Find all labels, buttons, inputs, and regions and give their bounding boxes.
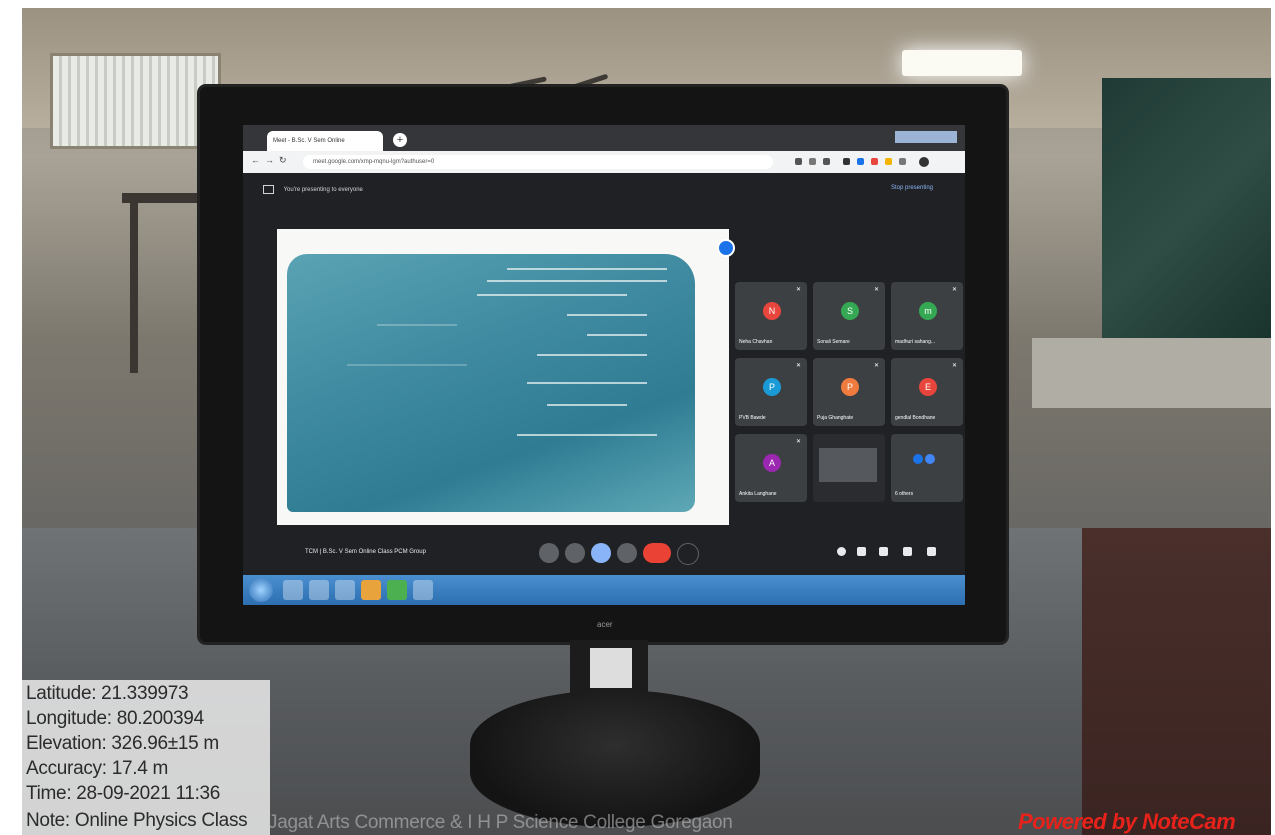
- accuracy-text: Accuracy: 17.4 m: [26, 758, 168, 779]
- participant-tile[interactable]: E ✕ gendlal Bondhane: [891, 358, 963, 426]
- right-window: [1102, 78, 1271, 358]
- more-options-button[interactable]: [617, 543, 637, 563]
- mic-off-icon: ✕: [795, 287, 801, 293]
- meeting-title: TCM | B.Sc. V Sem Online Class PCM Group: [305, 549, 426, 555]
- new-tab-button[interactable]: +: [393, 133, 407, 147]
- extension-icon[interactable]: [843, 158, 850, 165]
- extension-icon[interactable]: [823, 158, 830, 165]
- chat-icon[interactable]: [879, 547, 888, 556]
- chrome-taskbar-icon[interactable]: [387, 580, 407, 600]
- others-count: 6 others: [895, 491, 914, 497]
- participant-name: Puja Ghanghate: [817, 415, 854, 421]
- participant-name: madhuri sahang...: [895, 339, 936, 345]
- people-icon[interactable]: [857, 547, 866, 556]
- address-bar[interactable]: meet.google.com/xmp-mqnu-lgm?authuser=0: [303, 155, 773, 169]
- tube-light: [902, 50, 1022, 76]
- browser-tab-strip: Meet - B.Sc. V Sem Online +: [243, 125, 965, 151]
- participant-name: PVB Bawde: [739, 415, 766, 421]
- notecam-watermark: Powered by NoteCam: [1018, 809, 1236, 834]
- participant-tile[interactable]: P ✕ PVB Bawde: [735, 358, 807, 426]
- start-button[interactable]: [249, 578, 273, 602]
- reactions-button[interactable]: [677, 543, 699, 565]
- self-preview-tile[interactable]: [813, 434, 885, 502]
- mic-off-icon: ✕: [951, 363, 957, 369]
- note-text: Note: Online Physics Class: [26, 810, 248, 831]
- participant-tile[interactable]: A ✕ Ankita Langhane: [735, 434, 807, 502]
- taskbar-app-icon[interactable]: [309, 580, 329, 600]
- window-controls[interactable]: [895, 131, 957, 143]
- participant-name: Sonali Semare: [817, 339, 850, 345]
- taskbar-app-icon[interactable]: [361, 580, 381, 600]
- stand-label: [590, 648, 632, 688]
- photo-frame: acer Meet - B.Sc. V Sem Online + ← → ↻ m…: [0, 0, 1275, 835]
- mic-off-icon: ✕: [873, 363, 879, 369]
- extension-icon[interactable]: [857, 158, 864, 165]
- participant-name: Ankita Langhane: [739, 491, 777, 497]
- avatar: E: [919, 378, 937, 396]
- forward-icon[interactable]: →: [265, 155, 274, 165]
- browser-tab[interactable]: Meet - B.Sc. V Sem Online: [267, 131, 383, 151]
- left-window: [50, 53, 221, 149]
- wall-bench: [1032, 338, 1271, 408]
- taskbar-app-icon[interactable]: [413, 580, 433, 600]
- browser-toolbar: ← → ↻ meet.google.com/xmp-mqnu-lgm?authu…: [243, 151, 965, 173]
- elevation-text: Elevation: 326.96±15 m: [26, 733, 219, 754]
- monitor-brand: acer: [597, 620, 613, 629]
- stop-presenting-button[interactable]: Stop presenting: [891, 185, 933, 191]
- present-button[interactable]: [591, 543, 611, 563]
- cabinet: [1082, 528, 1271, 835]
- avatar: m: [919, 302, 937, 320]
- extension-icon[interactable]: [795, 158, 802, 165]
- time-text: Time: 28-09-2021 11:36: [26, 783, 221, 804]
- latitude-text: Latitude: 21.339973: [26, 683, 189, 704]
- note-continuation: Jagat Arts Commerce & I H P Science Coll…: [268, 812, 733, 833]
- participant-tile[interactable]: N ✕ Neha Chavhan: [735, 282, 807, 350]
- presenting-banner: You're presenting to everyone Stop prese…: [263, 185, 943, 199]
- avatar: P: [763, 378, 781, 396]
- meet-control-bar: TCM | B.Sc. V Sem Online Class PCM Group: [243, 537, 965, 573]
- extension-icon[interactable]: [885, 158, 892, 165]
- presenting-text: You're presenting to everyone: [283, 187, 363, 194]
- back-icon[interactable]: ←: [251, 155, 260, 165]
- leave-call-button[interactable]: [643, 543, 671, 563]
- reload-icon[interactable]: ↻: [279, 155, 287, 166]
- camera-button[interactable]: [565, 543, 585, 563]
- profile-icon[interactable]: [919, 157, 929, 167]
- avatar: N: [763, 302, 781, 320]
- participant-tile[interactable]: S ✕ Sonali Semare: [813, 282, 885, 350]
- geotag-overlay: Latitude: 21.339973 Longitude: 80.200394…: [22, 680, 270, 835]
- extension-icon[interactable]: [899, 158, 906, 165]
- extension-icon[interactable]: [809, 158, 816, 165]
- host-controls-icon[interactable]: [927, 547, 936, 556]
- present-screen-icon: [263, 185, 274, 194]
- pin-icon[interactable]: [717, 239, 735, 257]
- participant-name: Neha Chavhan: [739, 339, 773, 345]
- mic-off-icon: ✕: [795, 439, 801, 445]
- mic-off-icon: ✕: [951, 287, 957, 293]
- activities-icon[interactable]: [903, 547, 912, 556]
- shared-screen: [277, 229, 735, 525]
- participant-tile[interactable]: m ✕ madhuri sahang...: [891, 282, 963, 350]
- mic-off-icon: ✕: [795, 363, 801, 369]
- windows-taskbar: [243, 575, 965, 605]
- mic-button[interactable]: [539, 543, 559, 563]
- avatar: A: [763, 454, 781, 472]
- mic-off-icon: ✕: [873, 287, 879, 293]
- taskbar-app-icon[interactable]: [283, 580, 303, 600]
- blackboard: [287, 254, 695, 512]
- participant-tile[interactable]: P ✕ Puja Ghanghate: [813, 358, 885, 426]
- participant-grid: N ✕ Neha Chavhan S ✕ Sonali Semare m ✕ m…: [735, 282, 965, 512]
- longitude-text: Longitude: 80.200394: [26, 708, 204, 729]
- extension-icon[interactable]: [871, 158, 878, 165]
- monitor-screen: Meet - B.Sc. V Sem Online + ← → ↻ meet.g…: [243, 125, 965, 605]
- info-icon[interactable]: [837, 547, 846, 556]
- avatar: P: [841, 378, 859, 396]
- avatar: S: [841, 302, 859, 320]
- participant-name: gendlal Bondhane: [895, 415, 936, 421]
- monitor-base: [470, 690, 760, 827]
- others-tile[interactable]: 6 others: [891, 434, 963, 502]
- taskbar-app-icon[interactable]: [335, 580, 355, 600]
